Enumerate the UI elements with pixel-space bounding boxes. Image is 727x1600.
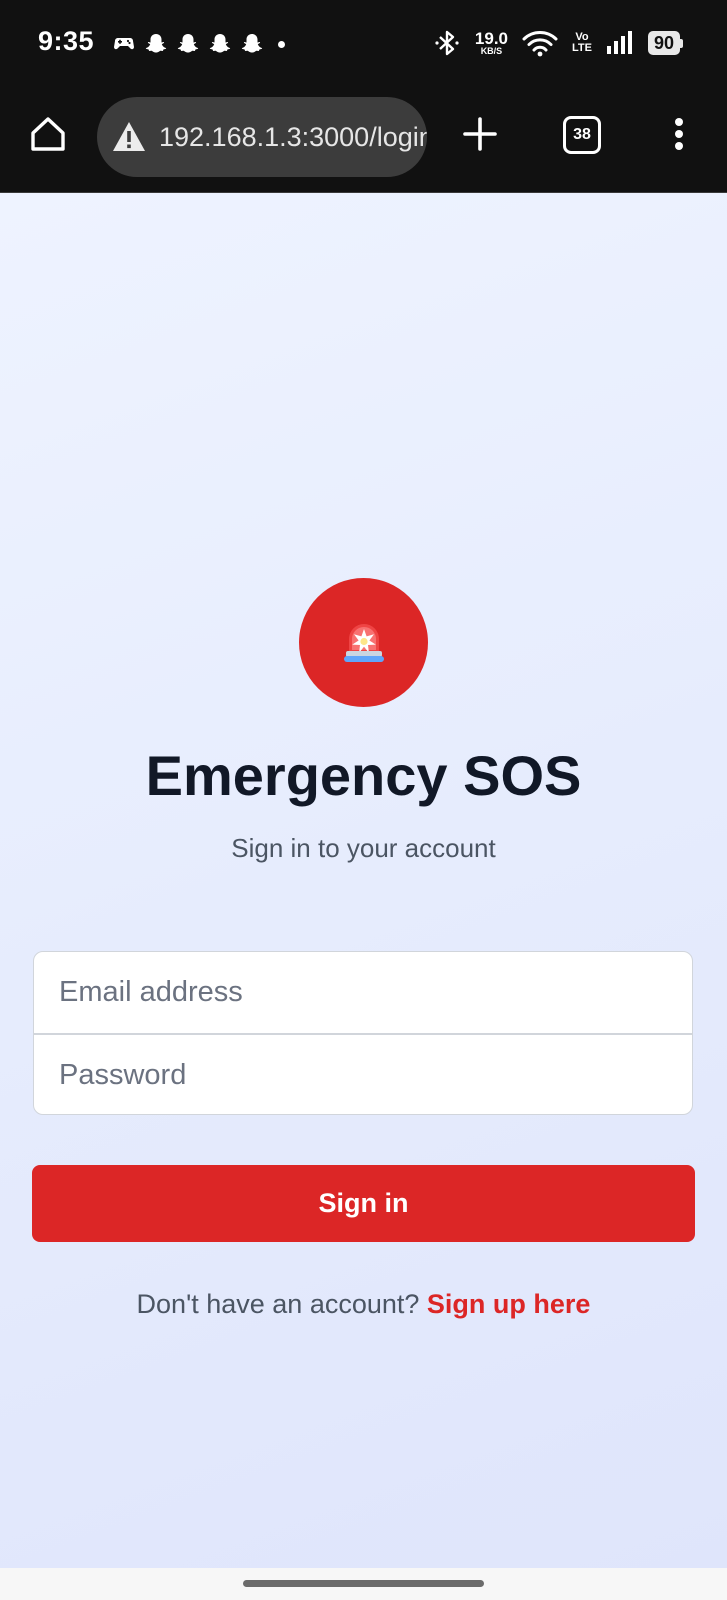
battery-level: 90 <box>647 31 680 55</box>
url-text: 192.168.1.3:3000/login <box>159 121 427 152</box>
page-subtitle: Sign in to your account <box>231 833 496 863</box>
browser-menu-button[interactable] <box>664 112 694 156</box>
password-field[interactable] <box>34 1034 692 1114</box>
gesture-handle[interactable] <box>243 1580 484 1587</box>
network-speed: 19.0 KB/S <box>475 30 508 56</box>
snapchat-icon <box>241 34 263 53</box>
notification-icons <box>112 32 285 56</box>
gesture-nav-area <box>0 1568 727 1600</box>
status-indicators: 19.0 KB/S Vo LTE 90 <box>435 26 683 60</box>
game-controller-icon <box>114 38 134 50</box>
not-secure-warning-icon <box>113 122 145 151</box>
phone-screen: 9:35 19.0 KB/S Vo LTE 90 192.168.1.3:300… <box>0 0 727 1600</box>
status-time: 9:35 <box>38 26 95 56</box>
new-tab-button[interactable] <box>458 112 502 156</box>
wifi-icon <box>522 31 558 57</box>
sos-logo <box>299 578 428 707</box>
network-speed-unit: KB/S <box>480 46 503 56</box>
more-notifications-dot <box>278 40 285 48</box>
volte-indicator: Vo LTE <box>572 32 592 54</box>
login-form <box>33 951 693 1115</box>
menu-dot <box>675 130 683 138</box>
snapchat-icon <box>209 34 231 53</box>
bluetooth-icon <box>435 30 459 56</box>
page-title: Emergency SOS <box>145 744 582 807</box>
plus-icon <box>463 117 497 151</box>
network-speed-value: 19.0 <box>474 29 508 48</box>
volte-bottom: LTE <box>572 42 592 54</box>
tab-switcher-button[interactable]: 38 <box>563 116 601 154</box>
snapchat-icon <box>145 34 167 53</box>
email-field[interactable] <box>34 952 692 1033</box>
menu-dot <box>675 118 683 126</box>
home-button[interactable] <box>26 112 70 156</box>
address-bar[interactable]: 192.168.1.3:3000/login <box>97 97 427 177</box>
browser-toolbar: 192.168.1.3:3000/login 38 <box>0 88 727 193</box>
menu-dot <box>675 142 683 150</box>
status-bar: 9:35 19.0 KB/S Vo LTE 90 <box>0 0 727 88</box>
sign-in-button[interactable]: Sign in <box>32 1165 695 1242</box>
sign-up-link[interactable]: Sign up here <box>427 1289 591 1319</box>
signup-prompt: Don't have an account? Sign up here <box>0 1289 727 1320</box>
home-icon <box>31 117 65 151</box>
battery-tip <box>680 38 683 48</box>
login-page: Emergency SOS Sign in to your account Si… <box>0 193 727 1568</box>
snapchat-icon <box>177 34 199 53</box>
battery-indicator: 90 <box>647 31 683 55</box>
police-siren-icon <box>343 623 384 662</box>
signal-icon <box>606 31 632 54</box>
no-account-text: Don't have an account? <box>136 1289 427 1319</box>
